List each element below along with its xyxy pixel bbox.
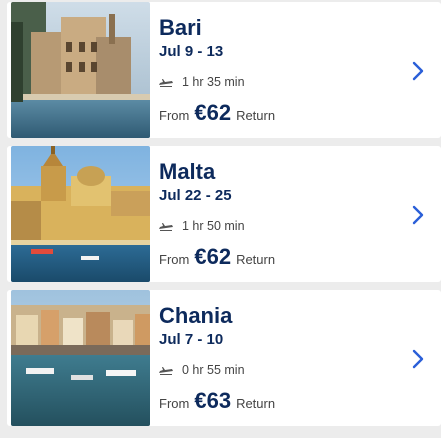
plane-icon bbox=[159, 365, 173, 375]
price-value: €63 bbox=[194, 388, 232, 413]
price-row: From €62 Return bbox=[159, 100, 275, 126]
flight-duration-text: 1 hr 50 min bbox=[182, 219, 245, 233]
destination-photo-malta bbox=[11, 146, 150, 282]
flight-duration-text: 0 hr 55 min bbox=[182, 363, 245, 377]
trip-type-label: Return bbox=[236, 396, 276, 411]
destination-card-bari[interactable]: Bari Jul 9 - 13 1 hr 35 min From €62 Ret… bbox=[7, 2, 441, 138]
travel-dates: Jul 22 - 25 bbox=[159, 187, 232, 204]
trip-type-label: Return bbox=[236, 108, 276, 123]
price-from-label: From bbox=[159, 396, 190, 411]
price-from-label: From bbox=[159, 252, 190, 267]
plane-icon bbox=[159, 221, 173, 231]
destination-info: Chania Jul 7 - 10 0 hr 55 min From €63 R… bbox=[159, 290, 399, 426]
trip-type-label: Return bbox=[236, 252, 276, 267]
price-row: From €63 Return bbox=[159, 388, 275, 414]
destination-photo-bari bbox=[11, 2, 150, 138]
travel-dates: Jul 9 - 13 bbox=[159, 43, 224, 60]
price-from-label: From bbox=[159, 108, 190, 123]
destination-city: Bari bbox=[159, 15, 202, 40]
flight-duration: 1 hr 50 min bbox=[159, 218, 245, 234]
destination-photo-chania bbox=[11, 290, 150, 426]
destination-city: Chania bbox=[159, 303, 233, 328]
destination-card-malta[interactable]: Malta Jul 22 - 25 1 hr 50 min From €62 R… bbox=[7, 146, 441, 282]
flight-duration: 1 hr 35 min bbox=[159, 74, 245, 90]
destination-list: Bari Jul 9 - 13 1 hr 35 min From €62 Ret… bbox=[0, 0, 441, 438]
chevron-right-icon[interactable] bbox=[411, 204, 425, 226]
destination-city: Malta bbox=[159, 159, 216, 184]
chevron-right-icon[interactable] bbox=[411, 348, 425, 370]
destination-info: Malta Jul 22 - 25 1 hr 50 min From €62 R… bbox=[159, 146, 399, 282]
flight-duration-text: 1 hr 35 min bbox=[182, 75, 245, 89]
plane-icon bbox=[159, 77, 173, 87]
price-value: €62 bbox=[194, 100, 232, 125]
price-value: €62 bbox=[194, 244, 232, 269]
flight-duration: 0 hr 55 min bbox=[159, 362, 245, 378]
chevron-right-icon[interactable] bbox=[411, 60, 425, 82]
destination-info: Bari Jul 9 - 13 1 hr 35 min From €62 Ret… bbox=[159, 2, 399, 138]
destination-card-chania[interactable]: Chania Jul 7 - 10 0 hr 55 min From €63 R… bbox=[7, 290, 441, 426]
travel-dates: Jul 7 - 10 bbox=[159, 331, 224, 348]
price-row: From €62 Return bbox=[159, 244, 275, 270]
